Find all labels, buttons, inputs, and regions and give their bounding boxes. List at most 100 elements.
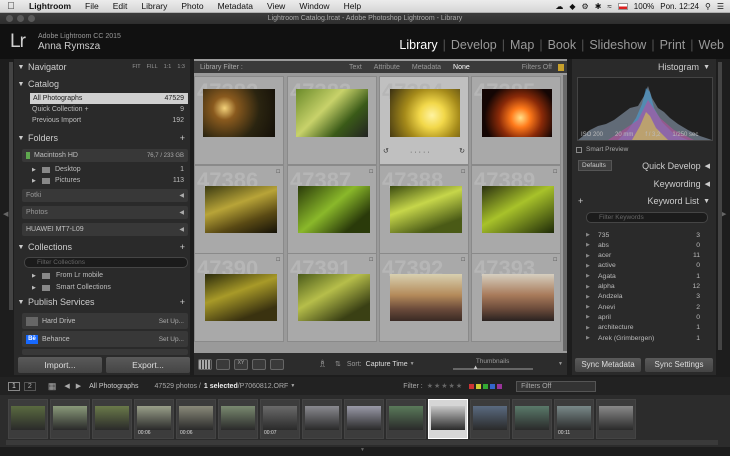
minimize-window-icon[interactable] [17, 15, 24, 22]
painter-icon[interactable]: ♗ [318, 359, 327, 370]
photo-thumbnail[interactable] [390, 274, 462, 321]
survey-view-icon[interactable] [252, 359, 266, 370]
right-scrollbar[interactable] [718, 62, 722, 350]
grid-cell[interactable]: 47391□ [287, 253, 377, 342]
badge-icon[interactable]: □ [553, 257, 557, 263]
module-web[interactable]: Web [699, 38, 724, 52]
keyword-item[interactable]: ▶Arek (Grimbergen)1 [586, 333, 706, 343]
collapse-icon[interactable]: ▼ [703, 198, 710, 205]
filmstrip-thumbnail[interactable] [218, 399, 258, 439]
import-button[interactable]: Import... [18, 357, 102, 373]
close-window-icon[interactable] [6, 15, 13, 22]
lock-icon[interactable] [558, 64, 564, 71]
add-collection-icon[interactable]: + [180, 242, 190, 252]
keywording-header[interactable]: Keywording ◀ [572, 177, 716, 191]
expand-icon[interactable]: ◀ [705, 180, 710, 188]
add-publish-icon[interactable]: + [180, 297, 190, 307]
photo-thumbnail[interactable] [203, 89, 275, 137]
folders-header[interactable]: ▼ Folders + [14, 131, 190, 145]
photo-thumbnail[interactable] [298, 186, 370, 233]
battery-label[interactable]: 100% [634, 2, 654, 11]
keyword-item[interactable]: ▶abs0 [586, 240, 706, 250]
bluetooth-icon[interactable]: ✱ [595, 2, 602, 11]
filmstrip-thumbnail[interactable] [92, 399, 132, 439]
module-book[interactable]: Book [548, 38, 577, 52]
expand-icon[interactable]: ▶ [586, 335, 598, 341]
photo-thumbnail[interactable] [390, 89, 460, 137]
menu-app[interactable]: Lightroom [22, 1, 78, 11]
collapse-icon[interactable]: ▼ [14, 135, 28, 142]
photo-thumbnail[interactable] [390, 186, 462, 233]
badge-icon[interactable]: □ [369, 169, 373, 175]
page-1-button[interactable]: 1 [8, 382, 20, 391]
filter-text[interactable]: Text [343, 64, 368, 71]
add-folder-icon[interactable]: + [180, 133, 190, 143]
filter-state[interactable]: Filters Off [516, 64, 558, 71]
expand-icon[interactable]: ▶ [586, 253, 598, 259]
export-button[interactable]: Export... [106, 357, 190, 373]
grid-view-icon[interactable] [198, 359, 212, 370]
volume-expand-icon[interactable]: ◀ [179, 192, 188, 199]
keyword-item[interactable]: ▶active0 [586, 261, 706, 271]
module-develop[interactable]: Develop [451, 38, 497, 52]
thumbnail-size-slider[interactable]: ▲ [453, 368, 533, 370]
volume-fotki[interactable]: Fotki ◀ [22, 189, 188, 202]
collapse-icon[interactable]: ▼ [14, 81, 28, 88]
zoom-1-3[interactable]: 1:3 [177, 64, 185, 70]
filmstrip-scrollbar[interactable] [6, 440, 718, 445]
back-arrow-icon[interactable]: ◀ [64, 382, 69, 390]
keyword-item[interactable]: ▶Agata1 [586, 271, 706, 281]
blue-label-swatch[interactable] [490, 384, 495, 389]
menu-edit[interactable]: Edit [106, 1, 135, 11]
sync-settings-button[interactable]: Sync Settings [645, 358, 713, 372]
badge-icon[interactable]: □ [461, 169, 465, 175]
filmstrip-toggle-icon[interactable]: ▼ [360, 447, 365, 453]
filter-none[interactable]: None [447, 64, 476, 71]
flag-icon[interactable] [618, 3, 628, 10]
photo-thumbnail[interactable] [482, 186, 554, 233]
filter-attribute[interactable]: Attribute [368, 64, 406, 71]
module-slideshow[interactable]: Slideshow [589, 38, 646, 52]
cloud-icon[interactable]: ☁ [555, 2, 563, 11]
search-icon[interactable]: ⚲ [705, 2, 711, 11]
wifi-icon[interactable]: ≈ [607, 2, 611, 11]
sort-chevron-icon[interactable]: ▼ [410, 361, 415, 367]
collection-smart-collections[interactable]: ▶ Smart Collections [32, 282, 188, 293]
filter-state-select[interactable]: Filters Off [516, 381, 596, 392]
expand-icon[interactable]: ▶ [586, 314, 598, 320]
badge-icon[interactable]: □ [553, 169, 557, 175]
histogram-graph[interactable]: ISO 200 20 mm f / 3,2 1/250 sec [577, 77, 713, 141]
compare-view-icon[interactable]: XY [234, 359, 248, 370]
sync-metadata-button[interactable]: Sync Metadata [575, 358, 641, 372]
badge-icon[interactable]: □ [276, 169, 280, 175]
filmstrip-thumbnail[interactable] [344, 399, 384, 439]
menu-file[interactable]: File [78, 1, 106, 11]
apple-icon[interactable]:  [0, 1, 22, 12]
smart-preview-status[interactable]: Smart Preview [576, 146, 628, 153]
dropbox-icon[interactable]: ◆ [569, 2, 575, 11]
add-keyword-icon[interactable]: + [578, 196, 583, 206]
expand-icon[interactable]: ▶ [32, 285, 42, 291]
volume-huawei[interactable]: HUAWEI MT7-L09 ◀ [22, 223, 188, 236]
sort-select[interactable]: Capture Time [366, 361, 408, 368]
grid-cell[interactable]: 47388□ [379, 165, 469, 254]
menu-library[interactable]: Library [134, 1, 174, 11]
expand-icon[interactable]: ◀ [705, 162, 710, 170]
filmstrip-thumbnail[interactable] [428, 399, 468, 439]
zoom-1-1[interactable]: 1:1 [164, 64, 172, 70]
histogram-header[interactable]: Histogram ▼ [572, 60, 716, 74]
catalog-item-quick-collection[interactable]: Quick Collection + 9 [32, 104, 188, 115]
filmstrip-thumbnail[interactable] [8, 399, 48, 439]
publish-setup-link[interactable]: Set Up... [159, 318, 188, 325]
catalog-item-previous-import[interactable]: Previous Import 192 [32, 115, 188, 126]
catalog-item-all-photographs[interactable]: All Photographs 47529 [30, 93, 188, 104]
left-panel-toggle-icon[interactable]: ◀ [3, 210, 8, 218]
grid-cell[interactable]: 47382 [194, 76, 284, 165]
menu-metadata[interactable]: Metadata [211, 1, 260, 11]
page-2-button[interactable]: 2 [24, 382, 36, 391]
keyword-item[interactable]: ▶alpha12 [586, 282, 706, 292]
forward-arrow-icon[interactable]: ▶ [76, 382, 81, 390]
photo-thumbnail[interactable] [205, 186, 277, 233]
filmstrip-thumbnail[interactable] [50, 399, 90, 439]
filmstrip-thumbnail[interactable]: 00:07 [260, 399, 300, 439]
